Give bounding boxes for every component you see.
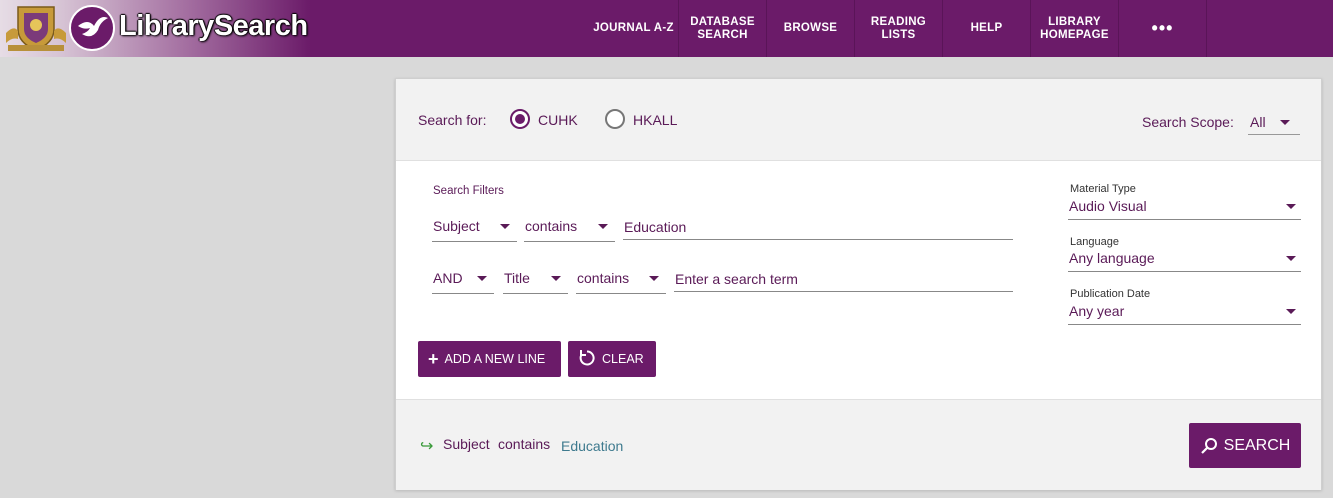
brand-title[interactable]: LibrarySearch <box>119 10 308 43</box>
line1-operator-select[interactable]: contains <box>524 210 615 242</box>
add-new-line-button[interactable]: + ADD A NEW LINE <box>418 341 561 377</box>
search-label: SEARCH <box>1223 436 1291 454</box>
nav-journal-az[interactable]: JOURNAL A-Z <box>589 0 679 57</box>
line2-field-value: Title <box>504 270 530 286</box>
radio-hkall[interactable] <box>605 109 625 129</box>
radio-hkall-label[interactable]: HKALL <box>633 112 677 128</box>
clear-label: CLEAR <box>602 352 644 366</box>
nav-more[interactable]: ••• <box>1119 0 1207 57</box>
top-header: LibrarySearch JOURNAL A-Z DATABASE SEARCH… <box>0 0 1333 57</box>
clear-button[interactable]: CLEAR <box>568 341 656 377</box>
search-scope-value: All <box>1250 114 1266 130</box>
library-bird-logo-icon <box>69 5 115 51</box>
material-type-label: Material Type <box>1070 183 1136 195</box>
material-type-value: Audio Visual <box>1069 198 1147 214</box>
search-filters-title: Search Filters <box>433 185 504 197</box>
search-icon <box>1200 437 1217 454</box>
logo-zone: LibrarySearch <box>0 0 310 57</box>
query-summary-row: ↪ Subject contains Education SEARCH <box>396 399 1321 490</box>
chevron-down-icon <box>1286 204 1296 209</box>
query-term: Education <box>561 438 624 454</box>
add-new-line-label: ADD A NEW LINE <box>444 352 546 366</box>
query-operator: contains <box>498 436 551 452</box>
publication-date-select[interactable]: Any year <box>1068 301 1301 325</box>
line2-boolean-select[interactable]: AND <box>432 262 494 294</box>
search-for-row: Search for: CUHK HKALL Search Scope: All <box>396 79 1321 161</box>
line2-boolean-value: AND <box>433 270 463 286</box>
search-scope-select[interactable]: All <box>1248 109 1300 135</box>
publication-date-value: Any year <box>1069 303 1125 319</box>
radio-cuhk-label[interactable]: CUHK <box>538 112 578 128</box>
line1-operator-value: contains <box>525 218 578 234</box>
plus-icon: + <box>428 349 439 369</box>
nav-database-search[interactable]: DATABASE SEARCH <box>679 0 767 57</box>
chevron-down-icon <box>477 276 487 281</box>
nav-library-homepage[interactable]: LIBRARY HOMEPAGE <box>1031 0 1119 57</box>
radio-cuhk[interactable] <box>510 109 530 129</box>
line1-term-input[interactable] <box>623 208 1013 240</box>
chevron-down-icon <box>500 224 510 229</box>
chevron-down-icon <box>649 276 659 281</box>
university-crest-icon <box>6 6 66 51</box>
advanced-search-panel: Search for: CUHK HKALL Search Scope: All… <box>395 78 1322 490</box>
chevron-down-icon <box>598 224 608 229</box>
language-value: Any language <box>1069 250 1155 266</box>
nav-browse[interactable]: BROWSE <box>767 0 855 57</box>
reset-icon <box>578 349 596 370</box>
material-type-select[interactable]: Audio Visual <box>1068 196 1301 220</box>
line1-field-value: Subject <box>433 218 480 234</box>
line1-field-select[interactable]: Subject <box>432 210 517 242</box>
language-label: Language <box>1070 236 1119 248</box>
line2-operator-value: contains <box>577 270 630 286</box>
line2-term-input[interactable] <box>674 260 1013 292</box>
language-select[interactable]: Any language <box>1068 248 1301 272</box>
chevron-down-icon <box>1286 256 1296 261</box>
nav-help[interactable]: HELP <box>943 0 1031 57</box>
chevron-down-icon <box>1280 120 1290 125</box>
search-scope-label: Search Scope: <box>1142 114 1234 130</box>
nav-reading-lists[interactable]: READING LISTS <box>855 0 943 57</box>
chevron-down-icon <box>1286 309 1296 314</box>
line2-operator-select[interactable]: contains <box>576 262 666 294</box>
query-field: Subject <box>443 436 490 452</box>
publication-date-label: Publication Date <box>1070 288 1151 300</box>
arrow-right-hook-icon: ↪ <box>420 438 434 455</box>
search-button[interactable]: SEARCH <box>1189 423 1301 468</box>
main-nav: JOURNAL A-Z DATABASE SEARCH BROWSE READING … <box>589 0 1207 57</box>
line2-field-select[interactable]: Title <box>503 262 568 294</box>
chevron-down-icon <box>551 276 561 281</box>
search-for-label: Search for: <box>418 112 487 128</box>
